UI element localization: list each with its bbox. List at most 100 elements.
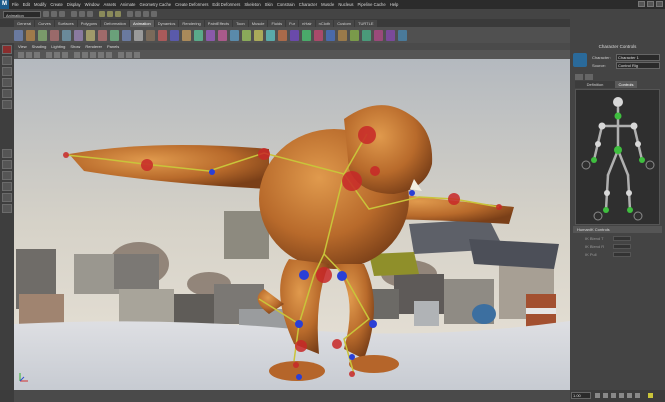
control-left-knee[interactable] (295, 340, 307, 352)
select-component-icon[interactable] (87, 11, 93, 17)
hik-edit-icon[interactable] (585, 74, 593, 80)
hik-right-hand-icon[interactable] (645, 160, 655, 170)
hik-menu-icon[interactable] (575, 74, 583, 80)
effector-left-hip[interactable] (299, 270, 309, 280)
wireframe-icon[interactable] (74, 51, 80, 58)
current-frame-field[interactable]: 1.00 (571, 392, 591, 399)
set-key-icon[interactable] (86, 29, 95, 41)
go-to-start-icon[interactable] (595, 393, 600, 398)
snap-curve-icon[interactable] (107, 11, 113, 17)
tab-nhair[interactable]: nHair (299, 20, 315, 27)
viewport-menu-shading[interactable]: Shading (32, 44, 47, 49)
menu-skin[interactable]: Skin (265, 2, 273, 7)
scene-render[interactable] (14, 59, 570, 390)
trax-icon[interactable] (350, 29, 359, 41)
lattice-icon[interactable] (230, 29, 239, 41)
ik-blend-t-field[interactable] (613, 236, 631, 241)
aim-constraint-icon[interactable] (194, 29, 203, 41)
xray-icon[interactable] (126, 51, 132, 58)
hik-right-elbow[interactable] (635, 141, 641, 147)
history-icon[interactable] (127, 11, 133, 17)
orient-constraint-icon[interactable] (170, 29, 179, 41)
menu-nucleus[interactable]: Nucleus (338, 2, 353, 7)
parent-constraint-icon[interactable] (182, 29, 191, 41)
ik-handle-icon[interactable] (26, 29, 35, 41)
step-back-icon[interactable] (603, 393, 608, 398)
hik-hips[interactable] (614, 146, 622, 154)
effector-right-wrist[interactable] (409, 190, 415, 196)
effector-right-knee[interactable] (369, 320, 377, 328)
bookmark-icon[interactable] (34, 51, 40, 58)
tab-controls[interactable]: Controls (615, 81, 637, 88)
select-tool-icon[interactable] (2, 45, 12, 54)
blendshape-icon[interactable] (242, 29, 251, 41)
graph-editor-icon[interactable] (134, 29, 143, 41)
ghost-icon[interactable] (374, 29, 383, 41)
wrap-icon[interactable] (266, 29, 275, 41)
tab-deformation[interactable]: Deformation (101, 20, 129, 27)
camera-attributes-icon[interactable] (26, 51, 32, 58)
ipr-render-icon[interactable] (143, 11, 149, 17)
xray-joints-icon[interactable] (134, 51, 140, 58)
play-backward-icon[interactable] (611, 393, 616, 398)
render-icon[interactable] (135, 11, 141, 17)
control-left-shoulder[interactable] (258, 148, 270, 160)
paint-weights-icon[interactable] (74, 29, 83, 41)
pole-vector-icon[interactable] (206, 29, 215, 41)
hik-chest[interactable] (614, 112, 622, 120)
muscle-icon[interactable] (314, 29, 323, 41)
menu-assets[interactable]: Assets (104, 2, 117, 7)
wire-icon[interactable] (254, 29, 263, 41)
tab-definition[interactable]: Definition (575, 81, 615, 88)
menu-set-selector[interactable]: Animation (3, 10, 41, 18)
hik-right-foot[interactable] (627, 207, 633, 213)
select-hierarchy-icon[interactable] (71, 11, 77, 17)
bind-skin-icon[interactable] (50, 29, 59, 41)
camera-select-icon[interactable] (18, 51, 24, 58)
hik-left-hand-icon[interactable] (581, 160, 591, 170)
smooth-shade-icon[interactable] (82, 51, 88, 58)
lasso-tool-icon[interactable] (2, 56, 12, 65)
character-set-icon[interactable] (326, 29, 335, 41)
ik-pull-field[interactable] (613, 252, 631, 257)
effector-left-wrist[interactable] (209, 169, 215, 175)
tab-turtle[interactable]: TURTLE (355, 20, 377, 27)
humanik-icon[interactable] (398, 29, 407, 41)
hik-right-knee[interactable] (626, 190, 632, 196)
tab-fur[interactable]: Fur (286, 20, 299, 27)
tab-painteffects[interactable]: PaintEffects (204, 20, 233, 27)
go-to-end-icon[interactable] (635, 393, 640, 398)
control-right-elbow[interactable] (448, 193, 460, 205)
rotate-tool-icon[interactable] (2, 89, 12, 98)
character-dropdown[interactable]: Character 1 (616, 54, 660, 61)
tab-animation[interactable]: Animation (129, 20, 154, 27)
pose-icon[interactable] (338, 29, 347, 41)
source-dropdown[interactable]: Control Rig (616, 62, 660, 69)
play-forward-icon[interactable] (619, 393, 624, 398)
menu-help[interactable]: Help (390, 2, 399, 7)
hik-right-shoulder[interactable] (630, 122, 638, 130)
menu-skeleton[interactable]: Skeleton (244, 2, 260, 7)
control-right-knee[interactable] (332, 339, 342, 349)
tab-toon[interactable]: Toon (233, 20, 248, 27)
menu-file[interactable]: File (12, 2, 19, 7)
time-slider[interactable] (14, 390, 570, 402)
hik-left-shoulder[interactable] (598, 122, 606, 130)
hik-left-knee[interactable] (604, 190, 610, 196)
scale-tool-icon[interactable] (2, 100, 12, 109)
select-object-icon[interactable] (79, 11, 85, 17)
layout-hypershade-icon[interactable] (2, 204, 12, 213)
playblast-icon[interactable] (386, 29, 395, 41)
hik-right-toes-icon[interactable] (633, 211, 643, 221)
menu-modify[interactable]: Modify (34, 2, 46, 7)
layout-outliner-icon[interactable] (2, 182, 12, 191)
snap-point-icon[interactable] (115, 11, 121, 17)
hik-left-toes-icon[interactable] (593, 211, 603, 221)
jiggle-icon[interactable] (302, 29, 311, 41)
auto-key-icon[interactable] (648, 393, 653, 398)
ik-spline-icon[interactable] (38, 29, 47, 41)
viewport-menu-view[interactable]: View (18, 44, 27, 49)
layout-four-icon[interactable] (2, 160, 12, 169)
effector-left-foot[interactable] (296, 374, 302, 380)
close-button[interactable] (656, 1, 663, 7)
